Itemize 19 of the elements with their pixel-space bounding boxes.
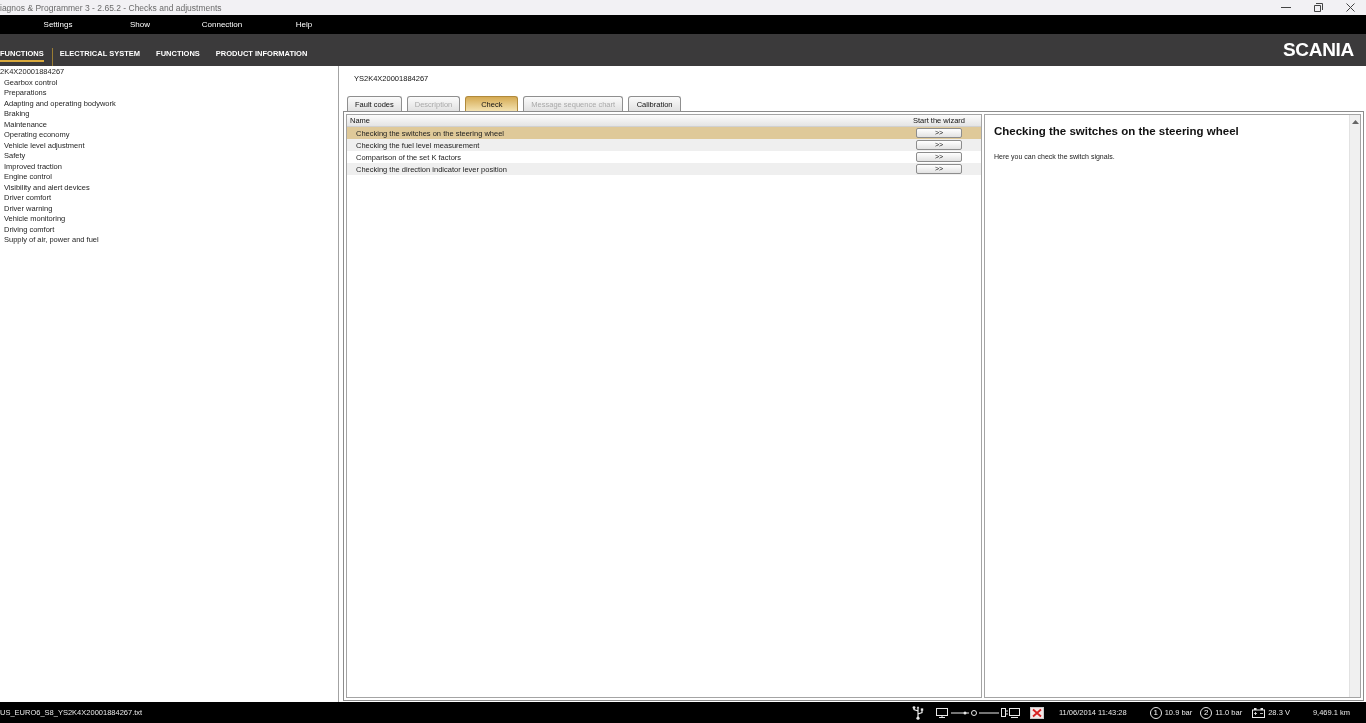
close-icon [1345, 3, 1355, 12]
menu-item[interactable]: Settings [17, 18, 99, 31]
scroll-up-icon[interactable] [1351, 120, 1359, 124]
restore-icon [1313, 3, 1323, 12]
scrollbar[interactable] [1349, 115, 1360, 697]
menu-item[interactable]: Connection [181, 18, 263, 31]
menu-item[interactable]: Show [99, 18, 181, 31]
brand-logo: SCANIA [1282, 40, 1354, 60]
window-title: iagnos & Programmer 3 - 2.65.2 - Checks and adjustments [0, 2, 222, 13]
usb-icon [911, 705, 925, 720]
connector-icon [1001, 708, 1008, 717]
cable-icon [951, 709, 999, 716]
battery-icon [1252, 707, 1266, 718]
minimize-icon [1281, 7, 1291, 8]
detail-title: Checking the switches on the steering wheel [994, 124, 1240, 138]
cross-box-icon [1030, 706, 1044, 719]
computer-icon [936, 707, 948, 718]
menu-item[interactable]: Help [263, 18, 345, 31]
device-icon [1009, 707, 1020, 718]
